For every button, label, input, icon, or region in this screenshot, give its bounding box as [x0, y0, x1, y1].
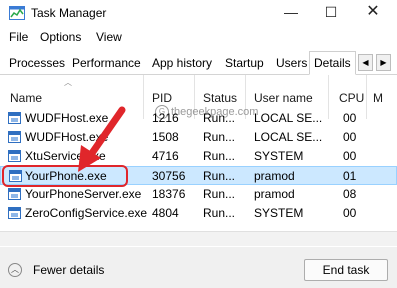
fewer-details-label: Fewer details: [33, 263, 105, 277]
collapse-chevron-icon: ︿: [8, 263, 22, 277]
end-task-button[interactable]: End task: [304, 259, 388, 281]
footer: ︿ Fewer details End task: [0, 247, 397, 288]
annotation-arrow-icon: [78, 106, 126, 172]
